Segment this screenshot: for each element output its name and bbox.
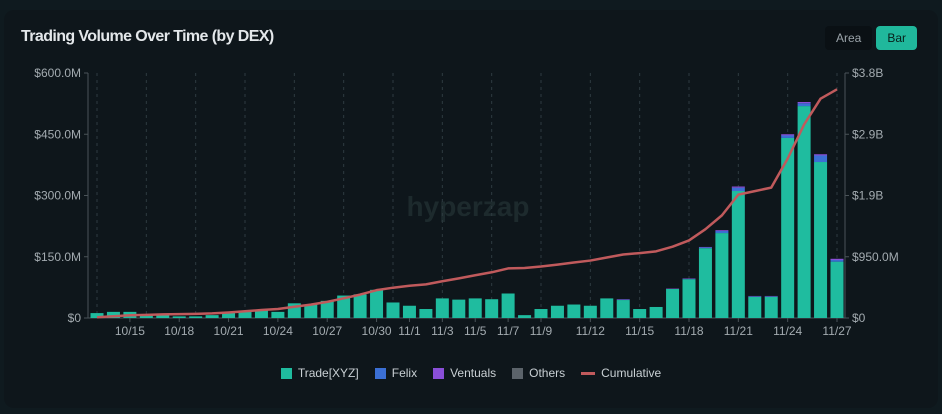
y-right-tick-label: $0 [852,311,866,325]
bar-felix [797,103,811,107]
bar-felix [698,247,712,249]
x-tick-label: 11/1 [398,324,421,338]
bar-ventuals [830,258,844,261]
legend-item-cumulative[interactable]: Cumulative [581,366,661,380]
bar-tradexyz [550,305,564,318]
bar-tradexyz [304,304,318,318]
bar-tradexyz [583,305,597,318]
legend-swatch [581,371,596,375]
x-tick-label: 11/5 [464,324,487,338]
chart-legend: Trade[XYZ] Felix Ventuals Others Cumulat… [0,366,942,380]
bar-tradexyz [534,309,548,318]
legend-item-others[interactable]: Others [512,366,565,380]
bar-tradexyz [452,299,466,318]
bar-tradexyz [205,315,219,318]
bar-tradexyz [419,309,433,318]
bar-ventuals [715,230,729,232]
x-tick-label: 11/24 [773,324,802,338]
legend-swatch [433,367,445,379]
legend-swatch [512,367,524,379]
bar-ventuals [731,186,745,188]
x-tick-label: 11/27 [822,324,851,338]
bar-tradexyz [830,261,844,318]
y-right-tick-label: $2.9B [852,127,883,141]
legend-label: Ventuals [450,366,497,380]
legend-label: Felix [391,366,418,380]
bar-tradexyz [731,191,745,318]
bar-tradexyz [748,296,762,318]
volume-chart: hyperzap $0 $150.0M $300.0M $450.0M $600.0M $… [34,66,899,338]
bar-ventuals [814,154,828,156]
x-tick-label: 10/30 [362,324,392,338]
y-right-tick-label: $3.8B [852,66,883,80]
legend-swatch [374,367,386,379]
bar-tradexyz [682,279,696,318]
bar-tradexyz [189,316,203,318]
bar-ventuals [781,134,795,136]
x-tick-label: 10/21 [214,324,244,338]
y-left-tick-label: $300.0M [34,189,81,203]
bar-tradexyz [715,233,729,318]
bar-felix [715,231,729,234]
bar-tradexyz [797,106,811,318]
bar-tradexyz [633,309,647,318]
bar-tradexyz [370,289,384,318]
x-tick-label: 10/15 [115,324,145,338]
bar-tradexyz [616,300,630,318]
legend-swatch [280,367,292,379]
legend-item-trade[interactable]: Trade[XYZ] [280,366,359,380]
legend-label: Others [529,366,566,380]
bar-felix [781,135,795,138]
bar-tradexyz [600,298,614,318]
bar-tradexyz [386,302,400,318]
legend-label: Cumulative [601,366,662,380]
legend-item-felix[interactable]: Felix [374,366,418,380]
bar-tradexyz [567,304,581,318]
x-tick-label: 10/24 [263,324,293,338]
x-tick-label: 11/21 [724,324,753,338]
y-left-tick-label: $0 [68,311,82,325]
x-tick-label: 11/12 [576,324,605,338]
y-right-tick-label: $950.0M [852,250,899,264]
bar-tradexyz [468,298,482,318]
bar-tradexyz [764,296,778,318]
y-left-tick-label: $600.0M [34,66,81,80]
watermark-logo: hyperzap [407,191,530,222]
x-tick-label: 11/15 [625,324,654,338]
x-tick-label: 11/7 [497,324,520,338]
bar-tradexyz [666,289,680,318]
legend-label: Trade[XYZ] [297,366,359,380]
legend-item-ventuals[interactable]: Ventuals [433,366,496,380]
bar-ventuals [797,101,811,104]
bar-felix [731,187,745,192]
bar-felix [830,260,844,262]
bar-tradexyz [172,316,186,318]
bar-tradexyz [402,305,416,318]
x-tick-label: 10/18 [164,324,194,338]
bar-tradexyz [501,293,515,318]
x-tick-label: 11/9 [530,324,553,338]
bar-tradexyz [271,311,285,318]
bar-tradexyz [698,248,712,318]
bar-tradexyz [353,294,367,318]
bar-tradexyz [518,315,532,318]
bar-felix [814,155,828,163]
x-tick-label: 11/3 [431,324,454,338]
bar-tradexyz [649,306,663,318]
x-tick-label: 10/27 [312,324,342,338]
bar-tradexyz [814,162,828,318]
bar-tradexyz [485,299,499,318]
y-left-tick-label: $150.0M [34,250,81,264]
y-left-tick-label: $450.0M [34,127,81,141]
x-tick-label: 11/18 [674,324,703,338]
y-right-tick-label: $1.9B [852,189,883,203]
bar-tradexyz [435,298,449,318]
